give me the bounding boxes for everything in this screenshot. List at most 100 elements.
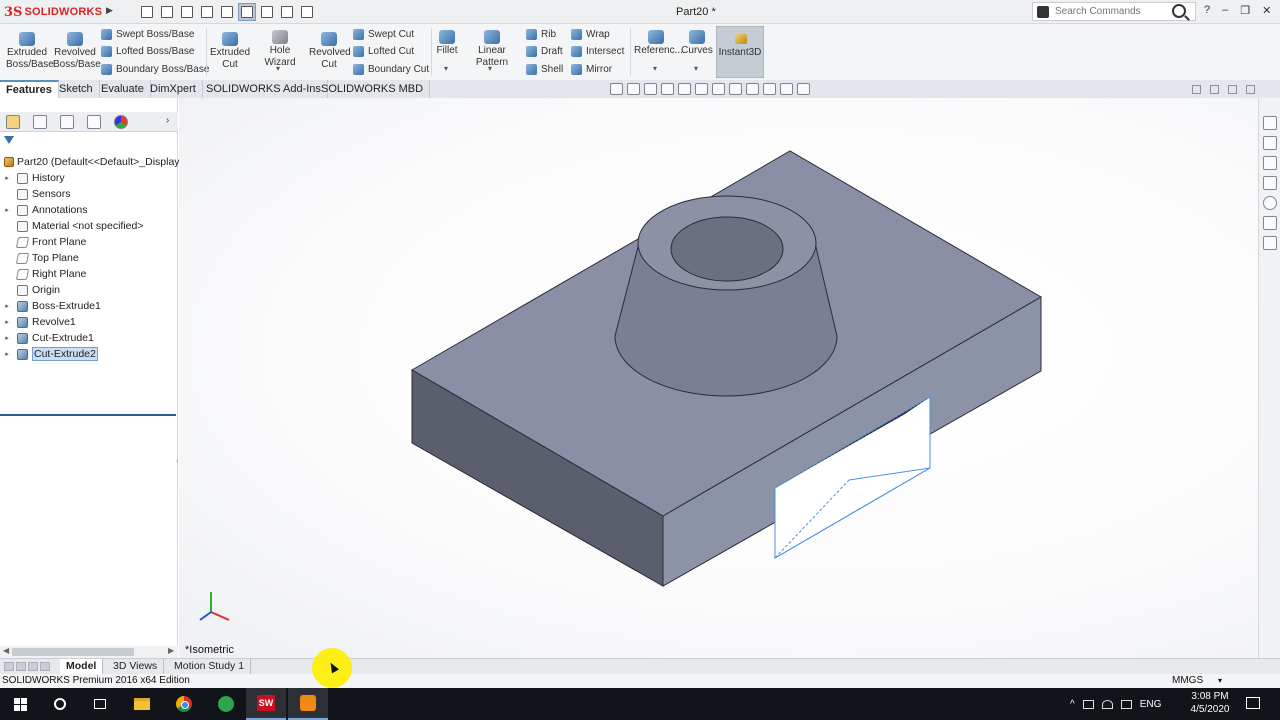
swept-cut-button[interactable]: Swept Cut [353, 29, 414, 40]
forum-icon[interactable] [1263, 236, 1277, 250]
battery-icon[interactable] [1082, 699, 1094, 709]
units-selector[interactable]: MMGS [1172, 674, 1203, 688]
edit-appearance-icon[interactable] [746, 83, 759, 95]
tree-item[interactable]: ▸ Boss-Extrude1 [0, 298, 101, 314]
tab-solidworks-add-ins[interactable]: SOLIDWORKS Add-Ins [200, 80, 328, 98]
volume-icon[interactable] [1120, 699, 1132, 709]
solidworks-taskbar-button[interactable]: SW [246, 688, 286, 720]
help-icon[interactable]: ? [1204, 4, 1210, 17]
view-orientation-icon[interactable] [695, 83, 708, 95]
task-view-button[interactable] [80, 688, 120, 720]
display-pane-icon[interactable] [797, 83, 810, 95]
previous-view-icon[interactable] [644, 83, 657, 95]
language-indicator[interactable]: ENG [1140, 699, 1162, 710]
tab-sketch[interactable]: Sketch [53, 80, 100, 98]
undo-icon[interactable] [218, 3, 236, 21]
doc-maximize-icon[interactable] [1228, 85, 1237, 94]
file-explorer-icon[interactable] [1263, 156, 1277, 170]
tree-item[interactable]: ▸ History [0, 170, 64, 186]
menu-expand-arrow-icon[interactable]: ▶ [106, 5, 113, 16]
close-button[interactable]: ✕ [1262, 4, 1271, 17]
tab-model[interactable]: Model [60, 659, 104, 674]
hole-wizard-button[interactable]: Hole Wizard [254, 28, 306, 69]
tab-dimxpert[interactable]: DimXpert [144, 80, 203, 98]
solidworks-resources-icon[interactable] [1263, 116, 1277, 130]
tree-item[interactable]: Top Plane [0, 250, 79, 266]
instant3d-button[interactable]: Instant3D [716, 26, 764, 78]
part-model[interactable] [179, 98, 1258, 658]
system-clock[interactable]: 3:08 PM 4/5/2020 [1186, 690, 1234, 716]
start-button[interactable] [0, 688, 40, 720]
wrap-button[interactable]: Wrap [571, 29, 610, 40]
expand-arrow-icon[interactable]: ▸ [2, 206, 12, 214]
search-input[interactable] [1055, 6, 1167, 17]
wifi-icon[interactable] [1101, 699, 1113, 709]
zoom-to-fit-icon[interactable] [610, 83, 623, 95]
tree-item[interactable]: ▸ Cut-Extrude1 [0, 330, 94, 346]
swept-boss-button[interactable]: Swept Boss/Base [101, 29, 194, 40]
scroll-left-arrow-icon[interactable]: ◀ [3, 646, 9, 655]
reference-geometry-button[interactable]: Referenc... [634, 28, 683, 57]
hide-show-items-icon[interactable] [729, 83, 742, 95]
tree-horizontal-scrollbar[interactable]: ◀ ▶ [0, 646, 178, 658]
shell-button[interactable]: Shell [526, 64, 563, 75]
expand-arrow-icon[interactable]: ▸ [2, 302, 12, 310]
extruded-boss-button[interactable]: Extruded Boss/Base [6, 30, 54, 71]
zoom-to-area-icon[interactable] [627, 83, 640, 95]
dynamic-annotation-icon[interactable] [678, 83, 691, 95]
expand-arrow-icon[interactable]: ▸ [2, 174, 12, 182]
appearances-icon[interactable] [1263, 196, 1277, 210]
property-manager-tab-icon[interactable] [33, 115, 47, 129]
doc-restore-icon[interactable] [1210, 85, 1219, 94]
expand-arrow-icon[interactable]: ▸ [2, 350, 12, 358]
last-tab-arrow-icon[interactable] [40, 662, 50, 671]
rollback-bar[interactable] [0, 414, 176, 416]
tree-item[interactable]: ▸ Cut-Extrude2 [0, 346, 98, 362]
lofted-cut-button[interactable]: Lofted Cut [353, 46, 414, 57]
fillet-button[interactable]: Fillet [435, 28, 459, 57]
new-document-icon[interactable] [138, 3, 156, 21]
tree-item[interactable]: Sensors [0, 186, 71, 202]
mirror-button[interactable]: Mirror [571, 64, 612, 75]
options-gear-icon[interactable] [298, 3, 316, 21]
configuration-manager-tab-icon[interactable] [60, 115, 74, 129]
rebuild-icon[interactable] [258, 3, 276, 21]
green-app-button[interactable] [206, 688, 246, 720]
first-tab-arrow-icon[interactable] [4, 662, 14, 671]
linear-pattern-dropdown-icon[interactable]: ▾ [488, 64, 492, 73]
boundary-boss-button[interactable]: Boundary Boss/Base [101, 64, 209, 75]
file-properties-icon[interactable] [278, 3, 296, 21]
feature-manager-tab-icon[interactable] [6, 115, 20, 129]
boss-hole[interactable] [670, 216, 784, 282]
cortana-button[interactable] [40, 688, 80, 720]
recorder-app-button[interactable] [288, 688, 328, 720]
tree-root-part[interactable]: Part20 (Default<<Default>_Display [4, 154, 180, 170]
extruded-cut-button[interactable]: Extruded Cut [210, 30, 250, 71]
hole-wizard-dropdown-icon[interactable]: ▾ [276, 64, 280, 73]
linear-pattern-button[interactable]: Linear Pattern [462, 28, 522, 69]
previous-tab-arrow-icon[interactable] [16, 662, 26, 671]
curves-button[interactable]: Curves [681, 28, 713, 57]
tree-item[interactable]: Front Plane [0, 234, 86, 250]
curves-dropdown-icon[interactable]: ▾ [694, 64, 698, 73]
scroll-thumb[interactable] [12, 648, 134, 656]
restore-button[interactable]: ❐ [1240, 4, 1250, 17]
chevron-up-icon[interactable]: ^ [1070, 699, 1075, 710]
view-palette-icon[interactable] [1263, 176, 1277, 190]
tab-motion-study[interactable]: Motion Study 1 [168, 659, 252, 674]
tab-evaluate[interactable]: Evaluate [95, 80, 151, 98]
graphics-area[interactable]: *Isometric [179, 98, 1258, 658]
chevron-right-icon[interactable]: › [166, 115, 169, 126]
reference-dropdown-icon[interactable]: ▾ [653, 64, 657, 73]
chrome-button[interactable] [164, 688, 204, 720]
print-icon[interactable] [198, 3, 216, 21]
fillet-dropdown-icon[interactable]: ▾ [444, 64, 448, 73]
section-view-icon[interactable] [661, 83, 674, 95]
revolved-boss-button[interactable]: Revolved Boss/Base [53, 30, 101, 71]
apply-scene-icon[interactable] [763, 83, 776, 95]
tree-item[interactable]: ▸ Revolve1 [0, 314, 76, 330]
file-explorer-button[interactable] [122, 688, 162, 720]
draft-button[interactable]: Draft [526, 46, 563, 57]
doc-close-icon[interactable] [1246, 85, 1255, 94]
tree-item[interactable]: Right Plane [0, 266, 86, 282]
